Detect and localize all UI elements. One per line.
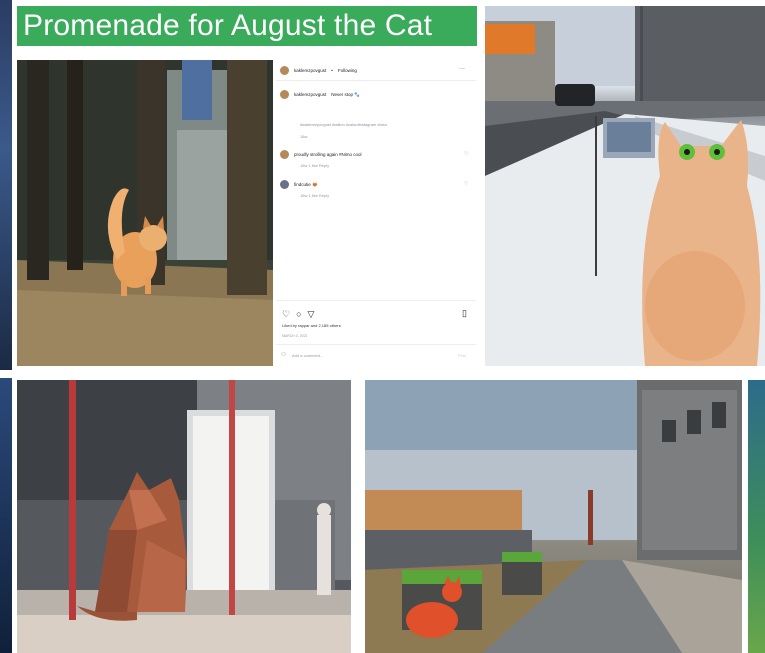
low-poly-cat-render [17, 380, 351, 653]
post-date: MARCH 3, 2021 [282, 334, 308, 338]
adjacent-image-left-top [0, 0, 12, 370]
cat-park-photo [17, 60, 273, 366]
snow-cat-sculpture-photo [485, 6, 765, 366]
comment2-like-icon[interactable]: ♡ [464, 181, 468, 187]
action-icons: ♡ ○ ▽ [282, 309, 314, 320]
more-options-icon[interactable]: ··· [459, 66, 465, 72]
instagram-post-panel: kaklemzpovgust • Following ··· kaklemzpo… [276, 60, 476, 366]
share-send-icon[interactable]: ▽ [308, 309, 315, 320]
caption-username[interactable]: kaklemzpovgust [294, 92, 326, 97]
liked-by-text[interactable]: Liked by rappar and 2,185 others [282, 323, 341, 328]
cat-park-illustration [17, 60, 273, 366]
caption-avatar[interactable] [280, 90, 289, 99]
comment1-avatar[interactable] [280, 150, 289, 159]
follow-status[interactable]: Following [338, 68, 357, 73]
post-header: kaklemzpovgust • Following [280, 66, 357, 75]
comment-input[interactable]: Add a comment... [292, 353, 323, 358]
banner-title: Promenade for August the Cat [23, 9, 433, 42]
divider [276, 344, 476, 345]
street-render-illustration [362, 380, 742, 653]
caption-time: 18w [300, 134, 308, 139]
comment1-like-icon[interactable]: ♡ [464, 151, 468, 157]
comment1-text: proudly strolling again #Nimo cool [294, 152, 362, 157]
caption-text: Never stop 🐾 [331, 91, 360, 97]
comment1-meta[interactable]: 18w 1 like Reply [300, 163, 329, 168]
comment2-meta[interactable]: 18w 1 like Reply [300, 193, 329, 198]
bookmark-icon[interactable]: ▯ [462, 308, 467, 319]
title-banner: Promenade for August the Cat [17, 6, 477, 46]
comment2-avatar[interactable] [280, 180, 289, 189]
render-cat-illustration [17, 380, 351, 653]
comment-row-2: findcutie 😻 [280, 180, 318, 189]
adjacent-image-left-bottom [0, 378, 12, 653]
comment-row-1: proudly strolling again #Nimo cool [280, 150, 362, 159]
adjacent-image-right-bottom [748, 380, 765, 653]
post-button[interactable]: Post [458, 353, 466, 358]
caption-row: kaklemzpovgust Never stop 🐾 [280, 90, 360, 99]
user-avatar[interactable] [280, 66, 289, 75]
caption-hashtags[interactable]: #kaklemzpovgust #tallinn #catsofinstagra… [300, 122, 387, 127]
divider [276, 300, 476, 301]
comment-bubble-icon[interactable]: ○ [296, 309, 301, 320]
street-promenade-render [362, 380, 742, 653]
header-username[interactable]: kaklemzpovgust [294, 68, 326, 73]
comment2-text: findcutie 😻 [294, 181, 318, 187]
like-heart-icon[interactable]: ♡ [282, 309, 290, 320]
divider [276, 80, 476, 81]
emoji-icon[interactable]: ☺ [280, 351, 287, 358]
snow-cat-illustration [485, 6, 765, 366]
